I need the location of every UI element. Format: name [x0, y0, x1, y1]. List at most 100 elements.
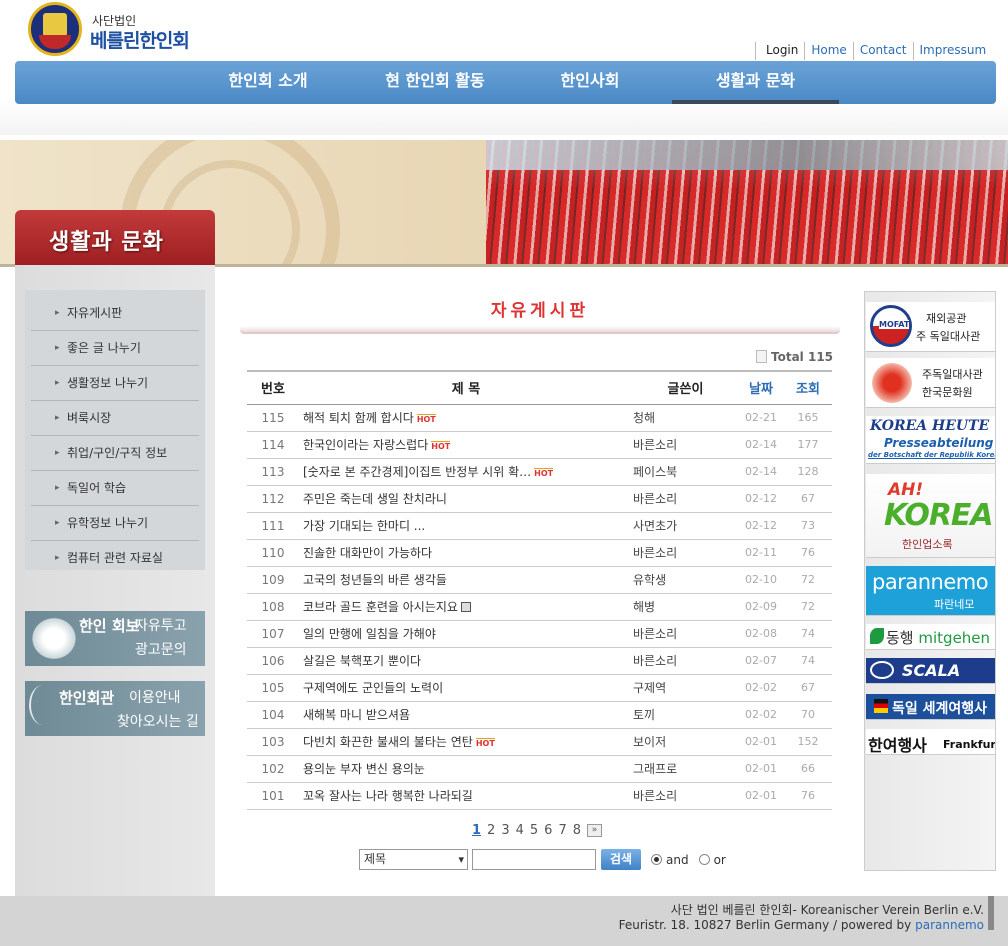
page-2[interactable]: 2	[487, 823, 495, 838]
table-row[interactable]: 106 살길은 북핵포기 뿐이다 바른소리 02-07 74	[247, 647, 832, 675]
section-title: 생활과 문화	[15, 210, 215, 265]
table-row[interactable]: 107 일의 만행에 일침을 가해야 바른소리 02-08 74	[247, 620, 832, 648]
header-views[interactable]: 조회	[784, 371, 832, 405]
page-4[interactable]: 4	[516, 823, 524, 838]
post-subject[interactable]: 해적 퇴치 함께 합시다 HOT	[299, 404, 633, 432]
table-row[interactable]: 109 고국의 청년들의 바른 생각들 유학생 02-10 72	[247, 566, 832, 594]
and-radio[interactable]	[651, 854, 662, 865]
submenu-computer[interactable]: 컴퓨터 관련 자료실	[31, 541, 199, 576]
impressum-link[interactable]: Impressum	[912, 42, 993, 60]
post-subject[interactable]: 새해복 마니 받으셔욤	[299, 701, 633, 729]
post-subject[interactable]: 일의 만행에 일침을 가해야	[299, 620, 633, 648]
newsletter-banner[interactable]: 한인 회보 자유투고 광고문의	[25, 611, 205, 666]
hall-guide-banner[interactable]: 한인회관 이용안내 찾아오시는 길	[25, 681, 205, 736]
page-8[interactable]: 8	[573, 823, 581, 838]
post-subject-link[interactable]: 구제역에도 군인들의 노력이	[303, 681, 443, 695]
nav-tab-life-culture[interactable]: 생활과 문화	[672, 61, 839, 104]
next-page-button[interactable]: »	[587, 824, 603, 837]
post-subject[interactable]: 꼬옥 잘사는 나라 행복한 나라되길	[299, 782, 633, 810]
table-row[interactable]: 102 용의눈 부자 변신 용의눈 그래프로 02-01 66	[247, 755, 832, 783]
post-writer: 바른소리	[633, 647, 738, 675]
post-subject-link[interactable]: [숫자로 본 주간경제]이집트 반정부 시위 확…	[303, 465, 531, 479]
scrollbar[interactable]	[988, 896, 994, 930]
post-subject-link[interactable]: 해적 퇴치 함께 합시다	[303, 411, 414, 425]
post-subject[interactable]: 주민은 죽는데 생일 찬치라니	[299, 485, 633, 513]
post-writer: 보이저	[633, 728, 738, 756]
table-row[interactable]: 108 코브라 골드 훈련을 아시는지요 해병 02-09 72	[247, 593, 832, 621]
post-subject-link[interactable]: 진솔한 대화만이 가능하다	[303, 546, 432, 560]
post-subject-link[interactable]: 가장 기대되는 한마디 ...	[303, 519, 425, 533]
page-7[interactable]: 7	[558, 823, 566, 838]
nav-tab-about[interactable]: 한인회 소개	[193, 61, 343, 104]
submenu-jobs[interactable]: 취업/구인/구직 정보	[31, 436, 199, 471]
table-row[interactable]: 112 주민은 죽는데 생일 찬치라니 바른소리 02-12 67	[247, 485, 832, 513]
hanyeo-travel-banner[interactable]: 한여행사 Frankfurt	[866, 729, 995, 755]
or-radio[interactable]	[698, 854, 710, 865]
page-3[interactable]: 3	[501, 823, 509, 838]
post-subject-link[interactable]: 살길은 북핵포기 뿐이다	[303, 654, 421, 668]
table-row[interactable]: 110 진솔한 대화만이 가능하다 바른소리 02-11 76	[247, 539, 832, 567]
home-link[interactable]: Home	[804, 42, 852, 60]
post-subject-link[interactable]: 코브라 골드 훈련을 아시는지요	[303, 600, 458, 614]
post-views: 73	[784, 512, 832, 540]
submenu-flea-market[interactable]: 벼룩시장	[31, 401, 199, 436]
ah-korea-banner[interactable]: AH! KOREA 한인업소록	[866, 474, 995, 558]
post-subject-link[interactable]: 한국인이라는 자랑스럽다	[303, 438, 428, 452]
post-writer: 유학생	[633, 566, 738, 594]
search-field-select[interactable]: 제목	[359, 849, 468, 870]
segye-travel-banner[interactable]: 독일 세계여행사	[866, 694, 995, 720]
search-button[interactable]: 검색	[601, 849, 641, 870]
submenu-study-abroad[interactable]: 유학정보 나누기	[31, 506, 199, 541]
nav-tab-activities[interactable]: 현 한인회 활동	[355, 61, 515, 104]
post-subject[interactable]: 한국인이라는 자랑스럽다 HOT	[299, 431, 633, 459]
submenu-good-writings[interactable]: 좋은 글 나누기	[31, 331, 199, 366]
scala-banner[interactable]: SCALA	[866, 658, 995, 684]
table-row[interactable]: 115 해적 퇴치 함께 합시다 HOT 청해 02-21 165	[247, 404, 832, 432]
table-row[interactable]: 104 새해복 마니 받으셔욤 토끼 02-02 70	[247, 701, 832, 729]
table-row[interactable]: 105 구제역에도 군인들의 노력이 구제역 02-02 67	[247, 674, 832, 702]
embassy-banner[interactable]: MOFAT 재외공관 주 독일대사관	[866, 302, 995, 352]
table-row[interactable]: 101 꼬옥 잘사는 나라 행복한 나라되길 바른소리 02-01 76	[247, 782, 832, 810]
contact-link[interactable]: Contact	[852, 42, 913, 60]
post-writer: 청해	[633, 404, 738, 432]
post-number: 113	[247, 458, 299, 486]
page-5[interactable]: 5	[530, 823, 538, 838]
post-subject-link[interactable]: 꼬옥 잘사는 나라 행복한 나라되길	[303, 789, 473, 803]
post-subject[interactable]: 진솔한 대화만이 가능하다	[299, 539, 633, 567]
post-subject[interactable]: 가장 기대되는 한마디 ...	[299, 512, 633, 540]
page-6[interactable]: 6	[544, 823, 552, 838]
search-input[interactable]	[472, 849, 596, 870]
table-row[interactable]: 103 다빈치 화끈한 불새의 불타는 연탄 HOT 보이저 02-01 152	[247, 728, 832, 756]
table-row[interactable]: 114 한국인이라는 자랑스럽다 HOT 바른소리 02-14 177	[247, 431, 832, 459]
parannemo-link[interactable]: parannemo	[915, 918, 984, 932]
post-subject-link[interactable]: 고국의 청년들의 바른 생각들	[303, 573, 447, 587]
post-subject-link[interactable]: 다빈치 화끈한 불새의 불타는 연탄	[303, 735, 473, 749]
post-subject[interactable]: 용의눈 부자 변신 용의눈	[299, 755, 633, 783]
login-link[interactable]: Login	[755, 42, 804, 60]
header-date[interactable]: 날짜	[738, 371, 784, 405]
post-subject[interactable]: 코브라 골드 훈련을 아시는지요	[299, 593, 633, 621]
site-logo[interactable]: 사단법인 베를린한인회	[28, 2, 228, 58]
post-subject-link[interactable]: 일의 만행에 일침을 가해야	[303, 627, 436, 641]
post-subject[interactable]: [숫자로 본 주간경제]이집트 반정부 시위 확… HOT	[299, 458, 633, 486]
submenu-german-learning[interactable]: 독일어 학습	[31, 471, 199, 506]
post-subject[interactable]: 다빈치 화끈한 불새의 불타는 연탄 HOT	[299, 728, 633, 756]
page-1[interactable]: 1	[472, 823, 481, 838]
submenu-life-info[interactable]: 생활정보 나누기	[31, 366, 199, 401]
nav-tab-community[interactable]: 한인사회	[525, 61, 655, 104]
post-subject-link[interactable]: 주민은 죽는데 생일 찬치라니	[303, 492, 447, 506]
post-subject-link[interactable]: 용의눈 부자 변신 용의눈	[303, 762, 425, 776]
table-row[interactable]: 113 [숫자로 본 주간경제]이집트 반정부 시위 확… HOT 페이스북 02-14…	[247, 458, 832, 486]
korea-heute-banner[interactable]: KOREA HEUTE Presseabteilung der Botschaf…	[866, 416, 995, 464]
post-subject[interactable]: 살길은 북핵포기 뿐이다	[299, 647, 633, 675]
post-subject[interactable]: 구제역에도 군인들의 노력이	[299, 674, 633, 702]
donghaeng-banner[interactable]: 동행 mitgehen	[866, 624, 995, 650]
submenu-free-board[interactable]: 자유게시판	[31, 296, 199, 331]
post-subject[interactable]: 고국의 청년들의 바른 생각들	[299, 566, 633, 594]
post-views: 66	[784, 755, 832, 783]
table-row[interactable]: 111 가장 기대되는 한마디 ... 사면초가 02-12 73	[247, 512, 832, 540]
post-writer: 토끼	[633, 701, 738, 729]
parannemo-banner[interactable]: parannemo 파란네모	[866, 566, 995, 616]
culture-center-banner[interactable]: 주독일대사관 한국문화원	[866, 358, 995, 408]
post-subject-link[interactable]: 새해복 마니 받으셔욤	[303, 708, 410, 722]
